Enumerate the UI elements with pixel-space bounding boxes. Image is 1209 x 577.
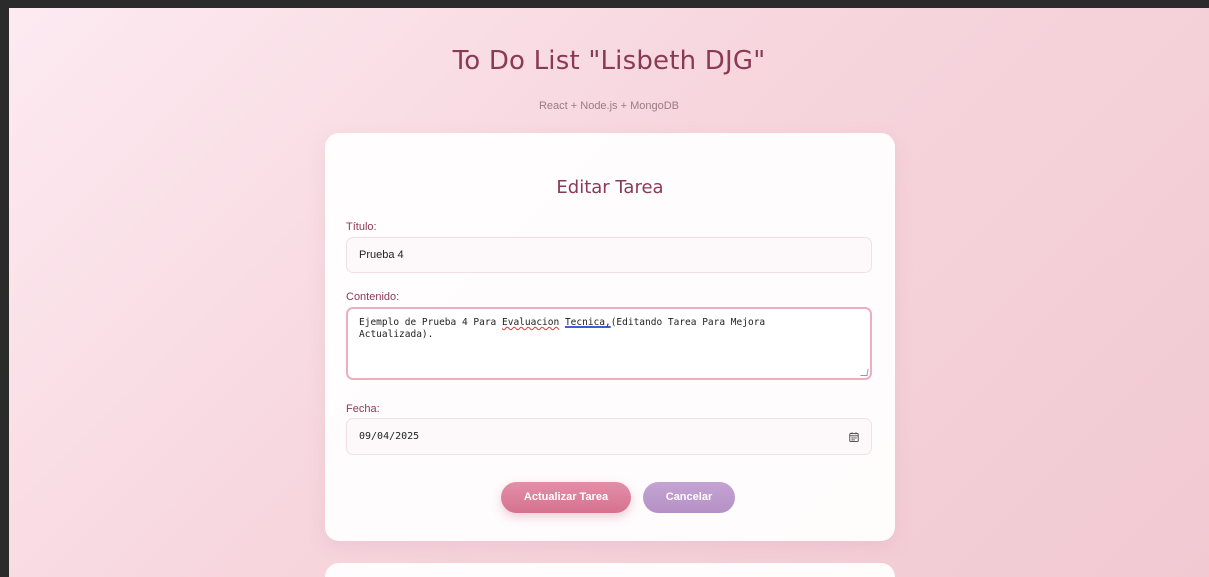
date-label: Fecha: (346, 403, 380, 415)
date-input[interactable]: 09/04/2025 (346, 418, 872, 455)
edit-task-card: Editar Tarea Título: Prueba 4 Contenido:… (325, 133, 895, 541)
content-text: (Editando Tarea Para Mejora (610, 317, 766, 328)
date-value: 09/04/2025 (359, 431, 420, 442)
content-text: Ejemplo de Prueba 4 Para (359, 317, 502, 328)
title-label: Título: (346, 221, 377, 233)
content-textarea[interactable]: Ejemplo de Prueba 4 Para Evaluacion Tecn… (346, 307, 872, 380)
resize-handle-icon[interactable] (860, 369, 869, 376)
calendar-icon[interactable] (849, 432, 859, 442)
title-input[interactable]: Prueba 4 (346, 237, 872, 273)
grammar-check-word: Tecnica, (564, 317, 611, 328)
content-line-1: Ejemplo de Prueba 4 Para Evaluacion Tecn… (359, 317, 859, 329)
update-task-button[interactable]: Actualizar Tarea (501, 482, 631, 513)
content-label: Contenido: (346, 291, 400, 303)
cancel-button[interactable]: Cancelar (643, 482, 735, 513)
spellcheck-word: Evaluacion (502, 317, 560, 328)
edit-task-heading: Editar Tarea (556, 177, 664, 198)
page-background: To Do List "Lisbeth DJG" React + Node.js… (9, 8, 1209, 577)
app-subtitle: React + Node.js + MongoDB (538, 100, 680, 112)
app-title: To Do List "Lisbeth DJG" (452, 46, 766, 76)
content-line-2: Actualizada). (359, 329, 434, 340)
task-list-card (325, 563, 895, 577)
